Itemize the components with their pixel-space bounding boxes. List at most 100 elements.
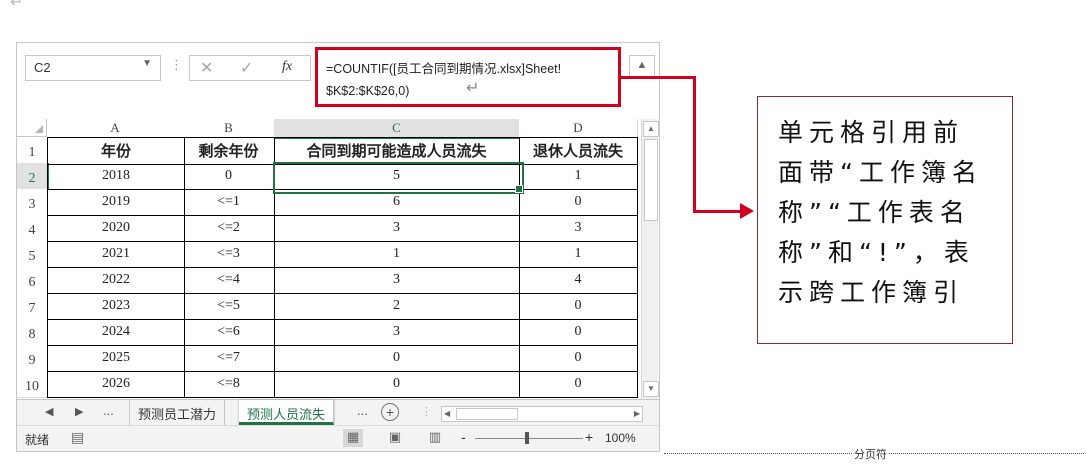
- row-header-4[interactable]: 4: [17, 215, 48, 242]
- table-cell[interactable]: 6: [274, 189, 520, 216]
- table-cell[interactable]: <=1: [183, 189, 275, 216]
- table-cell[interactable]: 1: [519, 241, 638, 268]
- table-cell[interactable]: <=3: [183, 241, 275, 268]
- fill-handle[interactable]: [515, 185, 523, 193]
- table-cell[interactable]: 0: [274, 371, 520, 398]
- table-cell[interactable]: 3: [274, 215, 520, 242]
- spreadsheet-grid: ABCD 1 2 3 4 5 6 7 8 9 10 年份 剩余年份 合同到期可能造成人员流失 退休人员流…: [17, 119, 641, 399]
- add-sheet-icon[interactable]: +: [381, 403, 399, 421]
- row-header-7[interactable]: 7: [17, 293, 48, 320]
- table-cell[interactable]: 2020: [47, 215, 185, 242]
- table-cell[interactable]: 2018: [47, 163, 185, 190]
- table-cell[interactable]: 0: [183, 163, 275, 190]
- header-cell[interactable]: 年份: [47, 137, 185, 165]
- table-cell[interactable]: 2026: [47, 371, 185, 398]
- table-cell[interactable]: 3: [519, 215, 638, 242]
- table-cell[interactable]: 4: [519, 267, 638, 294]
- table-cell[interactable]: <=5: [183, 293, 275, 320]
- table-cell[interactable]: <=8: [183, 371, 275, 398]
- row-header-3[interactable]: 3: [17, 189, 48, 216]
- row-header-5[interactable]: 5: [17, 241, 48, 268]
- name-box-value: C2: [34, 60, 51, 75]
- table-cell[interactable]: <=6: [183, 319, 275, 346]
- header-cell[interactable]: 剩余年份: [183, 137, 275, 165]
- table-cell[interactable]: 0: [519, 345, 638, 372]
- check-icon[interactable]: ✓: [240, 58, 253, 78]
- table-cell[interactable]: 0: [274, 345, 520, 372]
- formula-buttons: ✕ ✓ fx: [189, 55, 311, 81]
- table-cell[interactable]: 2023: [47, 293, 185, 320]
- more-sheets-right[interactable]: ...: [357, 403, 368, 418]
- callout-line: 示跨工作簿引: [778, 278, 965, 307]
- normal-view-icon[interactable]: ▦: [343, 429, 363, 447]
- column-header-C[interactable]: C: [274, 119, 520, 139]
- zoom-in-button[interactable]: +: [585, 429, 593, 445]
- table-cell[interactable]: 0: [519, 371, 638, 398]
- table-cell[interactable]: 0: [519, 293, 638, 320]
- drag-handle-icon[interactable]: ⋮: [421, 405, 432, 418]
- tab-预测人员流失[interactable]: 预测人员流失: [239, 400, 335, 425]
- excel-window: C2 ▼ ⋮ ✕ ✓ fx =COUNTIF([员工合同到期情况.xlsx]Sh…: [16, 42, 660, 452]
- zoom-slider[interactable]: [475, 432, 583, 444]
- insert-function-button[interactable]: fx: [282, 59, 292, 75]
- chevron-down-icon[interactable]: ▼: [142, 58, 152, 69]
- more-sheets-left[interactable]: ...: [103, 403, 114, 418]
- row-header-6[interactable]: 6: [17, 267, 48, 294]
- connector-line: [693, 76, 696, 212]
- table-cell[interactable]: 0: [519, 319, 638, 346]
- table-cell[interactable]: 1: [274, 241, 520, 268]
- column-header-A[interactable]: A: [47, 119, 184, 138]
- header-cell[interactable]: 合同到期可能造成人员流失: [274, 137, 520, 165]
- column-header-B[interactable]: B: [183, 119, 275, 138]
- zoom-out-button[interactable]: -: [461, 429, 466, 445]
- return-arrow-icon: ↵: [466, 80, 480, 97]
- horizontal-scrollbar[interactable]: ◀ ▶: [441, 406, 643, 422]
- row-header-1[interactable]: 1: [17, 137, 48, 164]
- zoom-level[interactable]: 100%: [605, 431, 636, 445]
- scroll-down-icon[interactable]: ▼: [643, 381, 659, 397]
- prev-sheet-icon[interactable]: ◀: [45, 405, 53, 418]
- page-layout-view-icon[interactable]: ▣: [385, 429, 405, 447]
- row-header-2[interactable]: 2: [17, 163, 49, 190]
- scroll-left-icon[interactable]: ◀: [444, 407, 450, 420]
- header-cell[interactable]: 退休人员流失: [519, 137, 638, 165]
- select-all-button[interactable]: [17, 119, 47, 137]
- tab-预测员工潜力[interactable]: 预测员工潜力: [129, 400, 226, 425]
- table-cell[interactable]: 2022: [47, 267, 185, 294]
- row-header-10[interactable]: 10: [17, 371, 48, 398]
- table-cell[interactable]: 5: [274, 163, 520, 190]
- scroll-thumb[interactable]: [456, 408, 518, 420]
- table-cell[interactable]: <=4: [183, 267, 275, 294]
- table-cell[interactable]: 3: [274, 267, 520, 294]
- table-cell[interactable]: 2021: [47, 241, 185, 268]
- scroll-right-icon[interactable]: ▶: [634, 407, 640, 420]
- row-header-9[interactable]: 9: [17, 345, 48, 372]
- table-cell[interactable]: 3: [274, 319, 520, 346]
- vertical-scrollbar[interactable]: ▲ ▼: [641, 119, 659, 399]
- table-cell[interactable]: 2025: [47, 345, 185, 372]
- zoom-thumb[interactable]: [525, 432, 529, 444]
- table-cell[interactable]: <=2: [183, 215, 275, 242]
- table-cell[interactable]: 2024: [47, 319, 185, 346]
- callout-line: 面带“工作簿名: [778, 158, 983, 187]
- table-cell[interactable]: 2: [274, 293, 520, 320]
- return-arrow-icon: ↵: [10, 0, 24, 11]
- next-sheet-icon[interactable]: ▶: [75, 405, 83, 418]
- scroll-thumb[interactable]: [644, 139, 658, 221]
- row-header-8[interactable]: 8: [17, 319, 48, 346]
- sheet-tab-bar: ◀ ▶ ... 预测员工潜力 预测人员流失 ... + ⋮ ◀ ▶: [17, 399, 659, 425]
- scroll-up-icon[interactable]: ▲: [643, 121, 659, 137]
- table-cell[interactable]: <=7: [183, 345, 275, 372]
- cancel-icon[interactable]: ✕: [200, 58, 213, 78]
- page-break-preview-icon[interactable]: ▥: [425, 429, 445, 447]
- column-header-D[interactable]: D: [519, 119, 638, 138]
- connector-line: [620, 76, 695, 79]
- table-cell[interactable]: 1: [519, 163, 638, 190]
- table-cell[interactable]: 2019: [47, 189, 185, 216]
- formula-input[interactable]: =COUNTIF([员工合同到期情况.xlsx]Sheet! $K$2:$K$2…: [315, 47, 621, 107]
- table-cell[interactable]: 0: [519, 189, 638, 216]
- macro-record-icon[interactable]: ▤: [71, 429, 84, 446]
- name-box[interactable]: C2 ▼: [25, 55, 161, 81]
- callout-line: 单元格引用前: [778, 118, 965, 147]
- drag-handle-icon[interactable]: ⋮: [170, 57, 183, 73]
